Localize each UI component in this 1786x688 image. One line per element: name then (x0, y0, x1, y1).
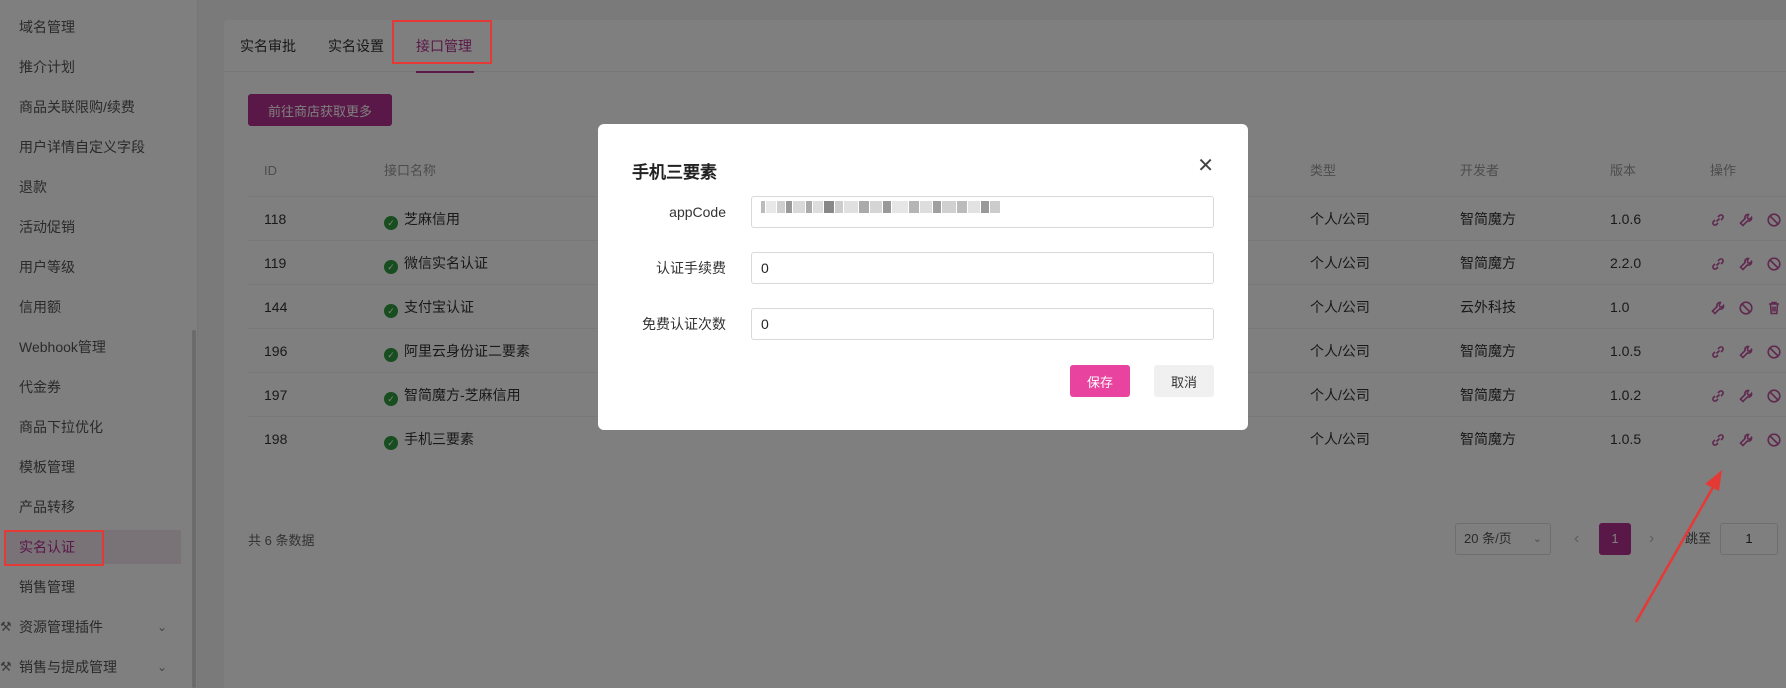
config-dialog: 手机三要素 ✕ appCode 认证手续费 免费认证次数 保存 取消 (598, 124, 1248, 430)
appcode-label: appCode (669, 204, 726, 220)
close-icon[interactable]: ✕ (1197, 156, 1214, 176)
fee-label: 认证手续费 (656, 260, 726, 276)
cancel-button[interactable]: 取消 (1154, 365, 1214, 397)
fee-input[interactable] (751, 252, 1214, 284)
dialog-title: 手机三要素 (632, 163, 717, 182)
free-count-input[interactable] (751, 308, 1214, 340)
redacted-appcode-mask (761, 201, 1013, 213)
save-button[interactable]: 保存 (1070, 365, 1130, 397)
free-count-label: 免费认证次数 (642, 316, 726, 332)
